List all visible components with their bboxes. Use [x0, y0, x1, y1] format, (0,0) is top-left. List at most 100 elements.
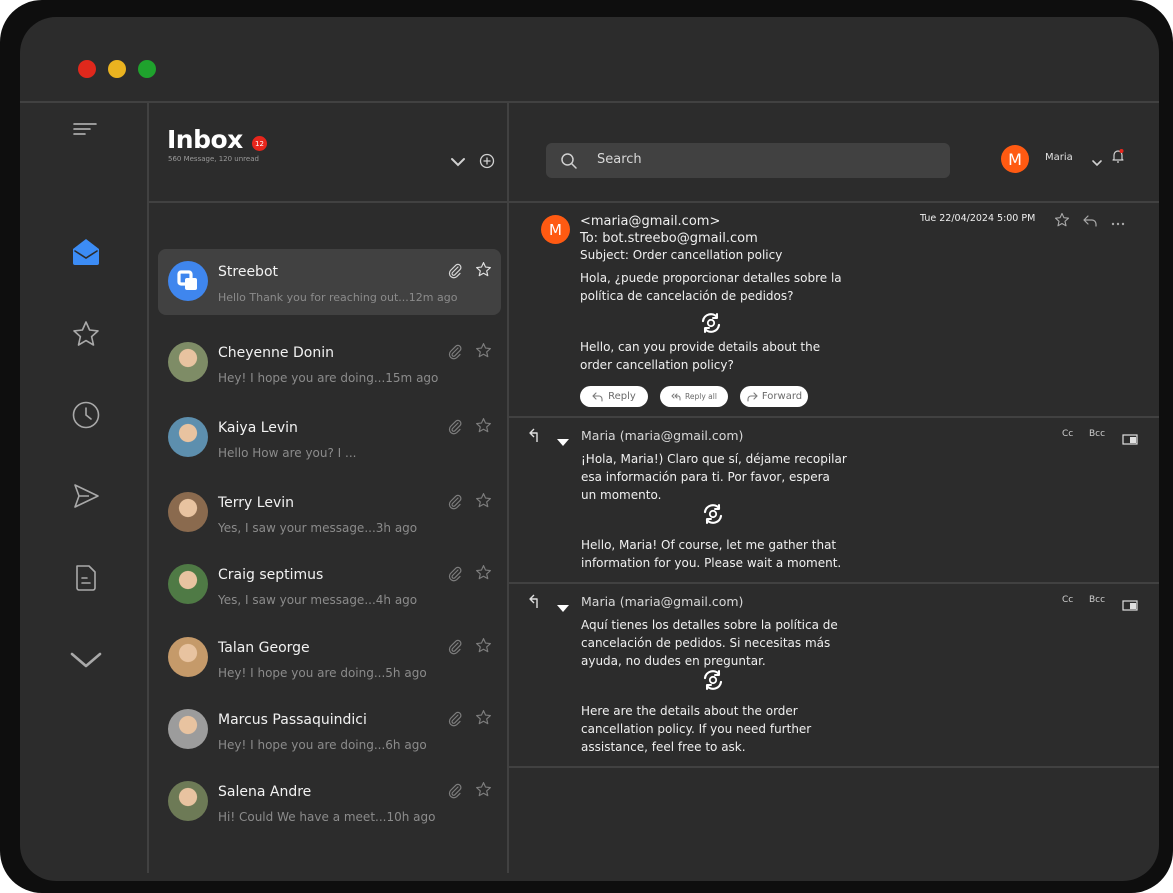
inbox-subtitle: 560 Message, 120 unread	[168, 155, 259, 163]
message-list-item[interactable]: Streebot Hello Thank you for reaching out…	[158, 249, 501, 315]
chevron-down-icon[interactable]	[69, 643, 103, 677]
message-list-item[interactable]: Marcus Passaquindici Hey! I hope you are …	[158, 697, 501, 763]
close-window-button[interactable]	[78, 60, 96, 78]
sender-name: Cheyenne Donin	[218, 345, 334, 361]
minimize-window-button[interactable]	[108, 60, 126, 78]
cc-toggle[interactable]: Cc	[1062, 595, 1073, 605]
star-icon[interactable]	[475, 342, 492, 363]
bcc-toggle[interactable]: Bcc	[1089, 595, 1105, 605]
star-icon[interactable]	[475, 709, 492, 730]
message-list-item[interactable]: Craig septimus Yes, I saw your message...…	[158, 552, 501, 618]
reply-button[interactable]: Reply	[580, 386, 648, 407]
maximize-window-button[interactable]	[138, 60, 156, 78]
star-icon[interactable]	[475, 417, 492, 438]
clock-icon[interactable]	[69, 398, 103, 432]
reply-original-line: un momento.	[581, 488, 662, 502]
attachment-icon[interactable]	[448, 494, 462, 514]
message-list-item[interactable]: Terry Levin Yes, I saw your message...3h …	[158, 480, 501, 546]
attachment-icon[interactable]	[448, 263, 462, 283]
document-icon[interactable]	[69, 561, 103, 595]
unread-badge: 12	[252, 136, 267, 151]
reply-original-line: ¡Hola, Maria!) Claro que sí, déjame reco…	[581, 452, 847, 466]
reply-sender: Maria (maria@gmail.com)	[581, 594, 744, 609]
user-menu-chevron-icon[interactable]	[1091, 153, 1103, 172]
avatar	[168, 417, 208, 457]
avatar	[168, 492, 208, 532]
email-translated-line: Hello, can you provide details about the	[580, 340, 821, 354]
user-name[interactable]: Maria	[1045, 152, 1073, 163]
translate-icon[interactable]	[701, 502, 725, 530]
collapse-triangle-icon[interactable]	[556, 598, 570, 617]
bot-avatar	[168, 261, 208, 301]
reply-translated-line: cancellation policy. If you need further	[581, 722, 812, 736]
reply-original-line: esa información para ti. Por favor, espe…	[581, 470, 830, 484]
star-icon[interactable]	[475, 564, 492, 585]
inbox-title: Inbox	[167, 125, 243, 154]
bcc-toggle[interactable]: Bcc	[1089, 429, 1105, 439]
reply-arrow-icon[interactable]	[529, 593, 543, 613]
bell-icon[interactable]	[1111, 148, 1125, 168]
search-input[interactable]: Search	[546, 143, 950, 178]
forward-button[interactable]: Forward	[740, 386, 808, 407]
thread-divider-1	[509, 416, 1159, 418]
message-list-item[interactable]: Cheyenne Donin Hey! I hope you are doing.…	[158, 330, 501, 396]
message-list-item[interactable]: Talan George Hey! I hope you are doing...…	[158, 625, 501, 691]
star-icon[interactable]	[475, 781, 492, 802]
star-email-icon[interactable]	[1054, 212, 1070, 232]
reply-arrow-icon[interactable]	[529, 427, 543, 447]
sender-avatar: M	[541, 215, 570, 244]
rail-divider	[147, 103, 149, 873]
avatar	[168, 342, 208, 382]
device-frame: Inbox 12 560 Message, 120 unread Streebo…	[0, 0, 1173, 893]
message-preview: Hi! Could We have a meet...10h ago	[218, 810, 436, 824]
star-icon[interactable]	[475, 261, 492, 282]
reply-icon	[592, 391, 603, 402]
star-icon[interactable]	[475, 637, 492, 658]
email-translated-line: order cancellation policy?	[580, 358, 734, 372]
avatar	[168, 781, 208, 821]
search-icon	[561, 153, 577, 169]
message-preview: Hey! I hope you are doing...6h ago	[218, 738, 427, 752]
cc-toggle[interactable]: Cc	[1062, 429, 1073, 439]
attachment-icon[interactable]	[448, 639, 462, 659]
message-preview: Yes, I saw your message...4h ago	[218, 593, 418, 607]
reply-all-button[interactable]: Reply all	[660, 386, 728, 407]
message-list-item[interactable]: Salena Andre Hi! Could We have a meet...1…	[158, 769, 501, 835]
attachment-icon[interactable]	[448, 419, 462, 439]
more-options-icon[interactable]	[1110, 214, 1126, 233]
message-list-item[interactable]: Kaiya Levin Hello How are you? I ...	[158, 405, 501, 471]
menu-icon[interactable]	[68, 112, 102, 146]
forward-icon	[747, 391, 758, 402]
translate-icon[interactable]	[699, 311, 723, 339]
attachment-icon[interactable]	[448, 344, 462, 364]
reply-icon[interactable]	[1082, 213, 1098, 232]
user-avatar[interactable]: M	[1001, 145, 1029, 173]
inbox-filter-chevron-icon[interactable]	[450, 153, 466, 172]
compose-plus-icon[interactable]	[479, 153, 495, 173]
star-icon[interactable]	[475, 492, 492, 513]
sender-name: Marcus Passaquindici	[218, 712, 367, 728]
mail-icon[interactable]	[69, 235, 103, 269]
attachment-icon[interactable]	[448, 566, 462, 586]
email-subject-label: Subject:	[580, 248, 629, 262]
attachment-icon[interactable]	[448, 783, 462, 803]
attachment-icon[interactable]	[448, 711, 462, 731]
reply-original-line: cancelación de pedidos. Si necesitas más	[581, 636, 831, 650]
send-icon[interactable]	[69, 479, 103, 513]
popout-icon[interactable]	[1122, 430, 1138, 449]
collapse-triangle-icon[interactable]	[556, 432, 570, 451]
forward-label: Forward	[761, 391, 803, 402]
header-divider	[149, 201, 1159, 203]
translate-icon[interactable]	[701, 668, 725, 696]
email-subject: Order cancellation policy	[632, 248, 783, 262]
sender-name: Craig septimus	[218, 567, 324, 583]
reply-all-icon	[671, 393, 681, 400]
sender-name: Talan George	[218, 640, 310, 656]
message-preview: Hello How are you? I ...	[218, 446, 357, 460]
reply-sender: Maria (maria@gmail.com)	[581, 428, 744, 443]
reply-original-line: ayuda, no dudes en preguntar.	[581, 654, 766, 668]
star-icon[interactable]	[69, 317, 103, 351]
sender-name: Streebot	[218, 264, 278, 280]
email-timestamp: Tue 22/04/2024 5:00 PM	[920, 213, 1036, 224]
popout-icon[interactable]	[1122, 596, 1138, 615]
